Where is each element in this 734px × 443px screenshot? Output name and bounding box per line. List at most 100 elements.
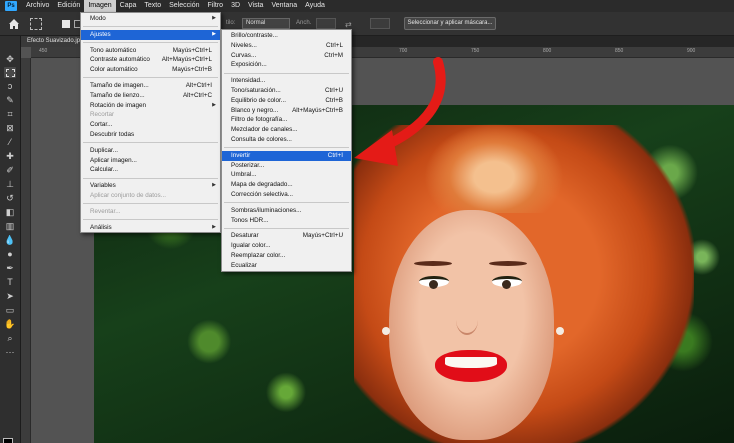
- imagen-item-aplicar-imagen[interactable]: Aplicar imagen...: [81, 156, 220, 166]
- ajustes-item-blanco-y-negro[interactable]: Blanco y negro... Alt+Mayús+Ctrl+B: [222, 106, 351, 116]
- submenu-arrow-icon: ▶: [212, 182, 216, 189]
- menu-imagen[interactable]: Imagen: [84, 0, 116, 12]
- path-selection-icon[interactable]: ➤: [4, 291, 16, 302]
- menu-vista[interactable]: Vista: [244, 0, 267, 12]
- ajustes-item-consulta-de-colores[interactable]: Consulta de colores...: [222, 135, 351, 145]
- menu-bar: Ps Archivo Edición Imagen Capa Texto Selecció…: [0, 0, 734, 12]
- history-brush-icon[interactable]: ↺: [4, 193, 16, 204]
- quick-select-tool-icon[interactable]: ✎: [4, 95, 16, 106]
- ajustes-item-reemplazar-color[interactable]: Reemplazar color...: [222, 251, 351, 261]
- menu-item-label: Exposición...: [231, 61, 267, 69]
- imagen-item-tamano-de-lienzo[interactable]: Tamaño de lienzo... Alt+Ctrl+C: [81, 91, 220, 101]
- ajustes-item-exposicion[interactable]: Exposición...: [222, 60, 351, 70]
- menu-item-shortcut: Ctrl+M: [324, 51, 343, 59]
- eraser-tool-icon[interactable]: ◧: [4, 207, 16, 218]
- swap-icon[interactable]: ⇄: [345, 20, 352, 29]
- imagen-item-tono-automatico[interactable]: Tono automático Mayús+Ctrl+L: [81, 46, 220, 56]
- ajustes-item-equilibrio-de-color[interactable]: Equilibrio de color... Ctrl+B: [222, 96, 351, 106]
- ajustes-item-niveles[interactable]: Niveles... Ctrl+L: [222, 41, 351, 51]
- imagen-item-cortar[interactable]: Cortar...: [81, 120, 220, 130]
- ajustes-item-filtro-de-fotografia[interactable]: Filtro de fotografía...: [222, 115, 351, 125]
- menu-texto[interactable]: Texto: [140, 0, 165, 12]
- menu-item-label: Reventar...: [90, 207, 121, 215]
- menu-item-label: Igualar color...: [231, 242, 271, 250]
- imagen-item-analisis[interactable]: Análisis ▶: [81, 223, 220, 233]
- frame-tool-icon[interactable]: ⊠: [4, 123, 16, 134]
- menu-ventana[interactable]: Ventana: [267, 0, 301, 12]
- dodge-tool-icon[interactable]: ●: [4, 249, 16, 260]
- hand-tool-icon[interactable]: ✋: [4, 319, 16, 330]
- imagen-item-variables[interactable]: Variables ▶: [81, 181, 220, 191]
- lasso-tool-icon[interactable]: ↄ: [4, 81, 16, 92]
- ajustes-item-curvas[interactable]: Curvas... Ctrl+M: [222, 51, 351, 61]
- imagen-item-tamano-de-imagen[interactable]: Tamaño de imagen... Alt+Ctrl+I: [81, 81, 220, 91]
- ajustes-item-tonos-hdr[interactable]: Tonos HDR...: [222, 216, 351, 226]
- more-tools-icon[interactable]: ···: [4, 347, 16, 358]
- eyedropper-tool-icon[interactable]: ⁄: [4, 137, 16, 148]
- estilo-select[interactable]: Normal: [242, 18, 290, 29]
- ajustes-item-sombras-iluminaciones[interactable]: Sombras/iluminaciones...: [222, 206, 351, 216]
- red-arrow-annotation: [354, 57, 446, 166]
- type-tool-icon[interactable]: T: [4, 277, 16, 288]
- menu-separator: [83, 219, 218, 221]
- menu-filtro[interactable]: Filtro: [204, 0, 228, 12]
- menu-edicion[interactable]: Edición: [53, 0, 84, 12]
- menu-item-shortcut: Mayús+Ctrl+L: [172, 46, 212, 54]
- ajustes-item-correccion-selectiva[interactable]: Corrección selectiva...: [222, 190, 351, 200]
- ruler-number: 850: [615, 48, 624, 54]
- ajustes-item-brillo-contraste[interactable]: Brillo/contraste...: [222, 31, 351, 41]
- foreground-color-swatch[interactable]: [3, 438, 13, 443]
- menu-item-label: Ecualizar: [231, 261, 257, 269]
- menu-capa[interactable]: Capa: [116, 0, 141, 12]
- menu-item-label: Contraste automático: [90, 56, 150, 64]
- home-icon[interactable]: [7, 17, 21, 31]
- menu-ayuda[interactable]: Ayuda: [301, 0, 329, 12]
- ajustes-item-umbral[interactable]: Umbral...: [222, 170, 351, 180]
- imagen-item-calcular[interactable]: Calcular...: [81, 165, 220, 175]
- ajustes-item-igualar-color[interactable]: Igualar color...: [222, 241, 351, 251]
- new-selection-icon[interactable]: [62, 20, 70, 28]
- menu-item-label: Brillo/contraste...: [231, 32, 278, 39]
- photo-right-brow: [489, 261, 527, 266]
- ajustes-item-mapa-de-degradado[interactable]: Mapa de degradado...: [222, 180, 351, 190]
- menu-item-label: Tamaño de imagen...: [90, 81, 149, 89]
- ruler-number: 900: [687, 48, 696, 54]
- ajustes-item-posterizar[interactable]: Posterizar...: [222, 161, 351, 171]
- marquee-tool-icon[interactable]: [4, 67, 16, 78]
- ajustes-item-tono-saturacion[interactable]: Tono/saturación... Ctrl+U: [222, 86, 351, 96]
- move-tool-icon[interactable]: ✥: [4, 54, 16, 65]
- clone-stamp-icon[interactable]: ⊥: [4, 179, 16, 190]
- imagen-item-descubrir-todas[interactable]: Descubrir todas: [81, 130, 220, 140]
- imagen-item-modo[interactable]: Modo ▶: [81, 14, 220, 24]
- zoom-tool-icon[interactable]: ⌕: [4, 333, 16, 344]
- imagen-item-contraste-automatico[interactable]: Contraste automático Alt+Mayús+Ctrl+L: [81, 55, 220, 65]
- rectangular-marquee-icon[interactable]: [30, 18, 42, 30]
- menu-seleccion[interactable]: Selección: [165, 0, 203, 12]
- imagen-item-duplicar[interactable]: Duplicar...: [81, 146, 220, 156]
- menu-archivo[interactable]: Archivo: [22, 0, 53, 12]
- menu-separator: [224, 227, 349, 229]
- ajustes-item-mezclador-de-canales[interactable]: Mezclador de canales...: [222, 125, 351, 135]
- imagen-item-ajustes[interactable]: Ajustes ▶: [81, 29, 220, 40]
- select-and-mask-button[interactable]: Seleccionar y aplicar máscara...: [404, 17, 496, 30]
- imagen-item-color-automatico[interactable]: Color automático Mayús+Ctrl+B: [81, 65, 220, 75]
- rectangle-tool-icon[interactable]: ▭: [4, 305, 16, 316]
- menu-separator: [224, 202, 349, 204]
- ajustes-item-intensidad[interactable]: Intensidad...: [222, 76, 351, 86]
- ancho-input[interactable]: [316, 18, 336, 29]
- ajustes-item-invertir[interactable]: Invertir Ctrl+I: [222, 150, 351, 161]
- menu-separator: [83, 177, 218, 179]
- alto-input[interactable]: [370, 18, 390, 29]
- pen-tool-icon[interactable]: ✒: [4, 263, 16, 274]
- blur-tool-icon[interactable]: 💧: [4, 235, 16, 246]
- menu-item-label: Mapa de degradado...: [231, 181, 293, 189]
- crop-tool-icon[interactable]: ⌗: [4, 109, 16, 120]
- brush-tool-icon[interactable]: ✐: [4, 165, 16, 176]
- menu-item-label: Variables: [90, 182, 116, 190]
- gradient-tool-icon[interactable]: ▥: [4, 221, 16, 232]
- healing-brush-icon[interactable]: ✚: [4, 151, 16, 162]
- ajustes-item-desaturar[interactable]: Desaturar Mayús+Ctrl+U: [222, 231, 351, 241]
- menu-3d[interactable]: 3D: [227, 0, 244, 12]
- imagen-item-rotacion-de-imagen[interactable]: Rotación de imagen ▶: [81, 101, 220, 111]
- ajustes-item-ecualizar[interactable]: Ecualizar: [222, 261, 351, 271]
